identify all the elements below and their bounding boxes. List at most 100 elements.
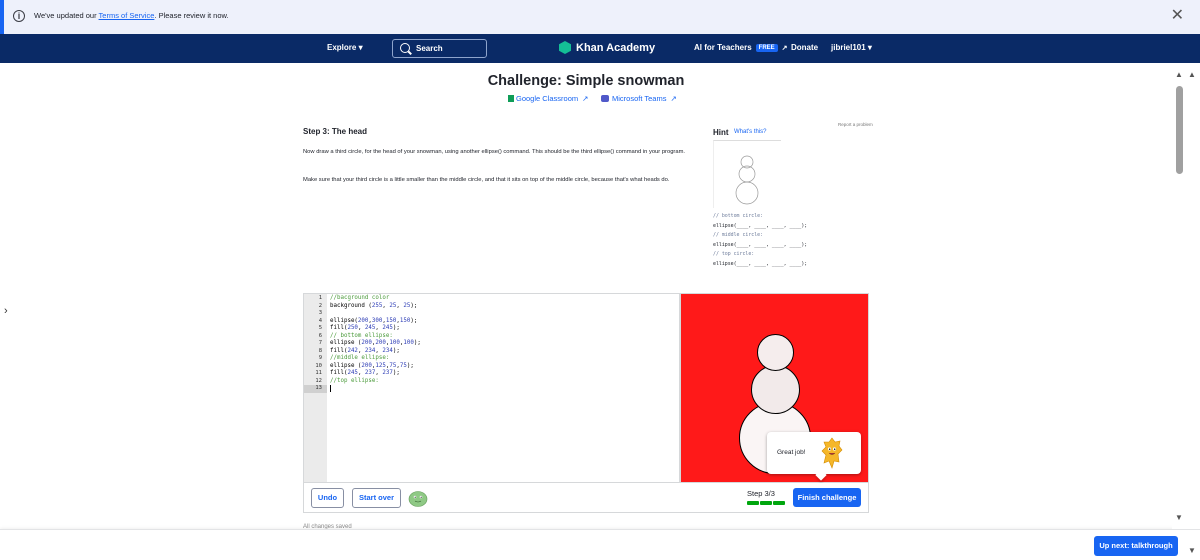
- line-number: 2: [318, 302, 322, 309]
- line-number: 4: [318, 317, 322, 324]
- username: jibriel101: [831, 43, 866, 52]
- code-line[interactable]: ellipse(200,300,150,150);: [330, 318, 421, 326]
- search-button[interactable]: Search: [392, 39, 487, 58]
- code-text[interactable]: //bacground color background (255, 25, 25…: [330, 295, 421, 393]
- microsoft-teams-link[interactable]: Microsoft Teams ↗: [601, 94, 677, 103]
- text-cursor: [330, 385, 331, 392]
- snowman-head-circle: [757, 334, 794, 371]
- free-badge: FREE: [755, 43, 778, 52]
- code-line[interactable]: fill(242, 234, 234);: [330, 348, 421, 356]
- line-number: 6: [318, 332, 322, 339]
- step-instruction-1: Now draw a third circle, for the head of…: [303, 149, 686, 155]
- code-line[interactable]: ellipse (200,200,100,100);: [330, 340, 421, 348]
- code-line[interactable]: //bacground color: [330, 295, 421, 303]
- ai-for-teachers-link[interactable]: AI for Teachers FREE ↗: [694, 43, 788, 52]
- code-line[interactable]: [330, 310, 421, 318]
- external-link-icon: ↗: [670, 94, 677, 103]
- code-line[interactable]: background (255, 25, 25);: [330, 303, 421, 311]
- code-line[interactable]: fill(245, 237, 237);: [330, 370, 421, 378]
- page-root: i We've updated our Terms of Service. Pl…: [0, 0, 1200, 560]
- great-job-bubble: Great job!: [767, 432, 861, 474]
- step-title: Step 3: The head: [303, 127, 368, 136]
- hint-code-line: // top circle:: [713, 251, 755, 257]
- hint-preview: [713, 140, 781, 208]
- google-classroom-icon: [508, 95, 514, 102]
- step-counter: Step 3/3: [747, 489, 775, 498]
- line-number-gutter: 1 2 3 4 5 6 7 8 9 10 11 12 13: [304, 294, 327, 482]
- code-line[interactable]: // bottom ellipse:: [330, 333, 421, 341]
- external-link-icon: ↗: [781, 44, 788, 52]
- close-icon[interactable]: ✕: [1171, 7, 1184, 25]
- google-classroom-link[interactable]: Google Classroom ↗: [508, 94, 588, 103]
- ai-for-teachers-label: AI for Teachers: [694, 43, 752, 52]
- khan-academy-logo[interactable]: Khan Academy: [559, 41, 655, 54]
- top-nav: Explore ▾ Search Khan Academy AI for Tea…: [0, 34, 1200, 63]
- donate-link[interactable]: Donate: [791, 43, 818, 52]
- tos-notice-banner: i We've updated our Terms of Service. Pl…: [0, 0, 1200, 34]
- info-icon: i: [13, 10, 25, 22]
- explore-menu[interactable]: Explore ▾: [327, 43, 363, 52]
- line-number: 12: [315, 377, 322, 384]
- hint-code: // bottom circle: ellipse(____, ____, ___…: [713, 212, 807, 269]
- progress-segment: [773, 501, 785, 505]
- code-line[interactable]: [330, 385, 421, 393]
- great-job-text: Great job!: [777, 449, 806, 456]
- notice-suffix: . Please review it now.: [154, 11, 229, 20]
- whats-this-link[interactable]: What's this?: [734, 129, 767, 135]
- code-line[interactable]: //top ellipse:: [330, 378, 421, 386]
- hint-code-line: ellipse(____, ____, ____, ____);: [713, 260, 808, 267]
- chevron-right-icon[interactable]: ›: [4, 305, 8, 317]
- line-number: 1: [318, 295, 322, 301]
- hint-code-line: ellipse(____, ____, ____, ____);: [713, 241, 808, 248]
- up-next-button[interactable]: Up next: talkthrough: [1094, 536, 1178, 556]
- scroll-down-icon[interactable]: ▼: [1175, 513, 1183, 522]
- finish-challenge-button[interactable]: Finish challenge: [793, 488, 861, 507]
- line-number: 8: [318, 347, 322, 354]
- hint-code-line: // middle circle:: [713, 232, 764, 238]
- explore-label: Explore: [327, 43, 357, 52]
- logo-icon: [559, 41, 571, 54]
- mascot-icon: [821, 437, 843, 469]
- report-problem-link[interactable]: Report a problem: [838, 122, 873, 127]
- progress-segment: [760, 501, 772, 505]
- line-number: 9: [318, 355, 322, 361]
- scroll-down-icon[interactable]: ▼: [1188, 546, 1196, 555]
- start-over-button[interactable]: Start over: [352, 488, 401, 508]
- microsoft-teams-label: Microsoft Teams: [612, 94, 667, 103]
- scrollbar-thumb[interactable]: [1176, 86, 1183, 174]
- search-icon: [400, 43, 410, 53]
- snowman-middle-circle: [751, 365, 800, 414]
- hint-title: Hint: [713, 128, 729, 137]
- user-menu[interactable]: jibriel101 ▾: [831, 43, 872, 52]
- external-link-icon: ↗: [582, 94, 589, 103]
- page-title: Challenge: Simple snowman: [487, 73, 685, 89]
- line-number: 3: [318, 310, 322, 316]
- hint-snowman-outline: [735, 155, 759, 205]
- line-number: 7: [318, 340, 322, 346]
- terms-of-service-link[interactable]: Terms of Service: [99, 11, 155, 20]
- progress-segment: [747, 501, 759, 505]
- hint-code-line: ellipse(____, ____, ____, ____);: [713, 222, 808, 229]
- tos-notice-text: We've updated our Terms of Service. Plea…: [34, 11, 229, 20]
- notice-prefix: We've updated our: [34, 11, 99, 20]
- code-line[interactable]: fill(250, 245, 245);: [330, 325, 421, 333]
- code-editor[interactable]: 1 2 3 4 5 6 7 8 9 10 11 12 13 //bacground color backg…: [303, 293, 680, 483]
- logo-text: Khan Academy: [576, 41, 656, 54]
- search-label: Search: [416, 44, 443, 53]
- scroll-up-icon[interactable]: ▲: [1188, 70, 1196, 79]
- chevron-down-icon: ▾: [358, 43, 363, 52]
- line-number: 13: [304, 385, 327, 393]
- undo-button[interactable]: Undo: [311, 488, 344, 508]
- footer-bar: Up next: talkthrough: [0, 529, 1200, 560]
- chevron-down-icon: ▾: [867, 43, 872, 52]
- code-line[interactable]: //middle ellipse:: [330, 355, 421, 363]
- scroll-up-icon[interactable]: ▲: [1175, 70, 1183, 79]
- microsoft-teams-icon: [601, 95, 609, 102]
- avatar: [408, 491, 428, 507]
- step-progress-bar: [747, 501, 786, 505]
- hint-code-line: // bottom circle:: [713, 213, 764, 219]
- google-classroom-label: Google Classroom: [516, 94, 579, 103]
- code-line[interactable]: ellipse (200,125,75,75);: [330, 363, 421, 371]
- step-instruction-2: Make sure that your third circle is a li…: [303, 177, 670, 183]
- line-number: 11: [315, 370, 322, 376]
